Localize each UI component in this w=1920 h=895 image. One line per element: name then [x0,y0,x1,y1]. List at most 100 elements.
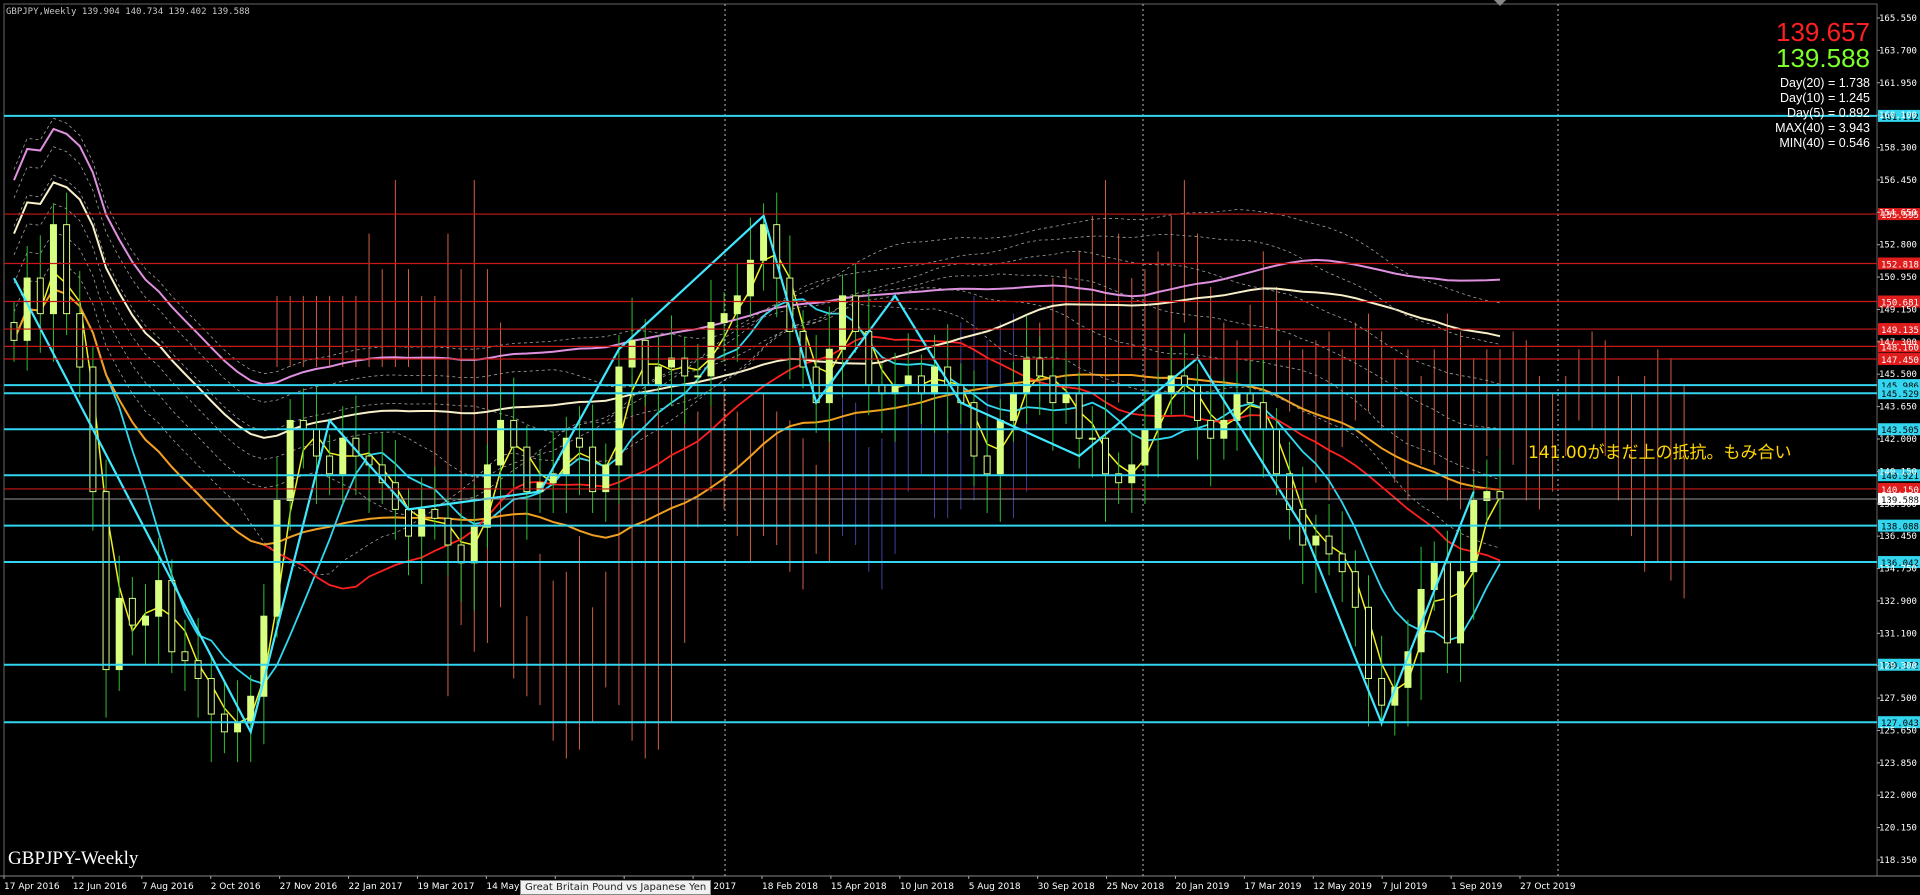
candle-body [418,508,426,537]
y-tick-label-1: 163.700 [1879,46,1917,56]
y-tick-label-2: 161.950 [1879,79,1917,89]
candle-body [865,330,873,386]
candle-body [1128,464,1136,484]
stat-min40: MIN(40) = 0.546 [1779,136,1870,150]
x-tick-label-18: 17 Mar 2019 [1244,882,1301,891]
candles [10,192,1504,763]
x-tick-label-15: 30 Sep 2018 [1038,882,1095,891]
candle-body [457,544,465,564]
level-label-2: 152.818 [1881,261,1919,271]
candle-body [523,446,531,493]
candle-body [1312,535,1320,546]
candle-body [36,277,44,315]
candle-body [983,455,991,475]
envelope-line-1 [13,260,1501,576]
level-label-4: 149.135 [1881,326,1919,336]
candle-body [168,580,176,653]
y-tick-label-24: 122.000 [1879,791,1917,801]
y-tick-label-13: 142.000 [1879,435,1917,445]
candle-body [470,526,478,564]
level-label-12: 138.088 [1881,523,1919,533]
candle-body [746,259,754,297]
x-tick-label-16: 25 Nov 2018 [1107,882,1165,891]
candle-body [1470,500,1478,573]
y-tick-label-17: 134.750 [1879,565,1917,575]
candle-body [1154,393,1162,430]
candle-body [931,366,939,395]
candle-body [181,651,189,662]
sma-40-line [13,287,1501,546]
candle-body [142,615,150,626]
candle-body [405,508,413,537]
y-tick-label-3: 160.100 [1879,111,1917,121]
x-tick-label-21: 1 Sep 2019 [1451,882,1503,891]
candle-body [444,517,452,546]
y-tick-label-9: 149.150 [1879,305,1917,315]
y-tick-label-16: 136.450 [1879,532,1917,542]
y-tick-label-15: 138.300 [1879,500,1917,510]
candle-body [681,357,689,377]
y-tick-label-12: 143.650 [1879,403,1917,413]
candle-body [312,428,320,457]
candle-body [654,366,662,386]
x-tick-label-5: 22 Jan 2017 [349,882,403,891]
candle-body [1194,384,1202,421]
envelope-line-6 [13,117,1501,375]
candle-body [510,419,518,448]
candle-body [1246,393,1254,404]
candle-body [589,446,597,493]
candle-body [1101,437,1109,475]
chart-window[interactable]: 161.112 155.595 152.818 150.681 149.135 148.1… [0,0,1920,895]
analysis-comment: 141.00がまだ上の抵抗。もみ合い [1528,443,1792,463]
x-tick-label-6: 19 Mar 2017 [417,882,474,891]
candle-body [602,464,610,493]
bid-price: 139.657 [1776,17,1870,47]
candle-body [1351,571,1359,608]
candle-body [1364,606,1372,679]
y-tick-label-18: 132.900 [1879,597,1917,607]
candle-body [1325,535,1333,555]
candle-body [194,660,202,679]
candle-body [102,491,110,671]
y-tick-label-26: 118.350 [1879,856,1917,866]
candle-body [207,677,215,715]
y-tick-label-5: 156.450 [1879,176,1917,186]
y-tick-label-0: 165.550 [1879,14,1917,24]
y-tick-label-23: 123.850 [1879,759,1917,769]
candle-body [1259,402,1267,430]
candle-body [1088,437,1096,440]
stat-max40: MAX(40) = 3.943 [1775,121,1870,135]
level-label-8: 145.529 [1881,390,1919,400]
x-tick-label-0: 17 Apr 2016 [4,882,60,891]
y-tick-label-10: 147.300 [1879,338,1917,348]
zigzag-line [13,213,1475,735]
candle-body [115,597,123,671]
candle-body [1141,428,1149,466]
y-tick-label-20: 129.300 [1879,662,1917,672]
y-tick-label-11: 145.500 [1879,370,1917,380]
candle-body [825,348,833,404]
candle-body [1496,491,1504,500]
candle-body [1036,357,1044,377]
symbol-header: GBPJPY,Weekly 139.904 140.734 139.402 13… [6,7,250,17]
y-tick-label-14: 140.150 [1879,467,1917,477]
candle-body [1443,562,1451,644]
candle-body [273,500,281,617]
y-tick-label-22: 125.650 [1879,726,1917,736]
x-tick-label-4: 27 Nov 2016 [280,882,338,891]
candle-body [615,366,623,466]
candle-body [234,722,242,733]
symbol-tooltip: Great Britain Pound vs Japanese Yen [520,880,712,895]
candle-body [49,224,57,315]
chart-shift-marker-icon[interactable] [1494,0,1506,6]
y-tick-label-21: 127.500 [1879,694,1917,704]
candle-body [694,375,702,378]
candle-body [128,597,136,626]
candle-body [497,419,505,466]
x-tick-label-14: 5 Aug 2018 [969,882,1021,891]
candle-body [733,295,741,315]
x-tick-label-12: 15 Apr 2018 [831,882,887,891]
candle-body [10,322,18,341]
candle-body [1023,357,1031,395]
stat-day10: Day(10) = 1.245 [1780,91,1870,105]
